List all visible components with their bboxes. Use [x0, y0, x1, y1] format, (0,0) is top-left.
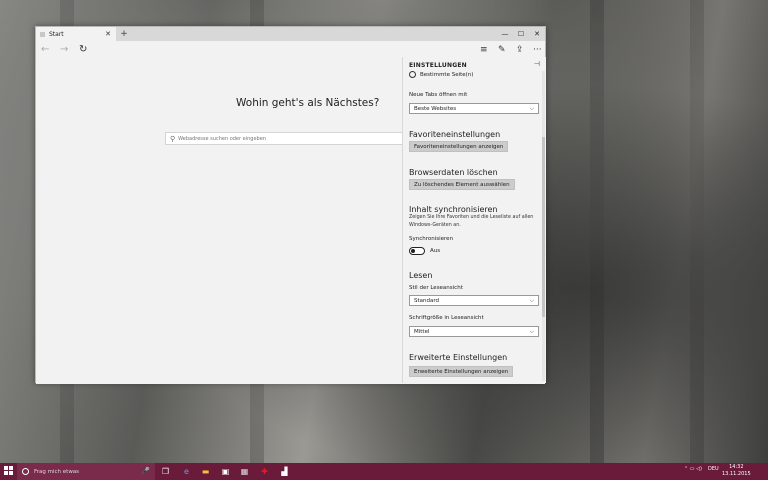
file-explorer-icon[interactable]: ▬ [200, 466, 211, 477]
reading-font-value: Mittel [414, 328, 430, 335]
tab-close-icon[interactable]: ✕ [105, 30, 111, 38]
reading-font-dropdown[interactable]: Mittel ⌵ [409, 326, 539, 337]
app-icon[interactable]: ▦ [239, 466, 250, 477]
radio-specific-pages[interactable]: Bestimmte Seite(n) [409, 71, 473, 78]
close-button[interactable]: ✕ [529, 27, 545, 41]
radio-icon [409, 71, 416, 78]
page-favicon-icon [40, 31, 45, 37]
tray-icons[interactable]: ⌃ ▭ ◁) [684, 466, 702, 472]
advanced-settings-button[interactable]: Erweiterte Einstellungen anzeigen [409, 366, 514, 377]
reading-font-label: Schriftgröße in Leseansicht [409, 315, 484, 321]
chevron-down-icon: ⌵ [529, 297, 534, 304]
chevron-down-icon: ⌵ [529, 105, 534, 112]
language-indicator[interactable]: DEU [708, 466, 719, 472]
taskbar: Frag mich etwas 🎤 ❐ e ▬ ▣ ▦ ✚ ▟ ⌃ ▭ ◁) D… [0, 463, 768, 480]
window-controls: — ☐ ✕ [497, 27, 545, 41]
store-icon[interactable]: ▣ [220, 466, 231, 477]
new-tab-button[interactable]: + [118, 27, 130, 41]
back-icon[interactable]: ← [41, 44, 49, 55]
cortana-search-box[interactable]: Frag mich etwas 🎤 [17, 463, 155, 480]
address-search-box[interactable]: ⚲ [165, 132, 415, 145]
favorites-heading: Favoriteneinstellungen [409, 130, 501, 139]
clear-data-button[interactable]: Zu löschendes Element auswählen [409, 179, 515, 190]
more-icon[interactable]: ··· [533, 45, 542, 55]
settings-pane: EINSTELLUNGEN ⊣ Bestimmte Seite(n) Neue … [402, 57, 546, 383]
chevron-down-icon: ⌵ [529, 328, 534, 335]
new-tabs-value: Beste Websites [414, 105, 457, 112]
clear-data-heading: Browserdaten löschen [409, 168, 498, 177]
new-tabs-label: Neue Tabs öffnen mit [409, 92, 468, 98]
app-icon-2[interactable]: ▟ [279, 466, 290, 477]
maximize-button[interactable]: ☐ [513, 27, 529, 41]
web-note-icon[interactable]: ✎ [498, 45, 506, 55]
share-icon[interactable]: ⇪ [516, 45, 524, 55]
sync-heading: Inhalt synchronisieren [409, 205, 498, 214]
sync-state: Aus [430, 248, 441, 254]
search-icon: ⚲ [170, 134, 176, 143]
cortana-icon [22, 468, 29, 475]
sync-description: Zeigen Sie Ihre Favoriten und die Leseli… [409, 215, 534, 228]
radio-label: Bestimmte Seite(n) [420, 71, 474, 78]
tab-title: Start [49, 30, 64, 38]
toggle-knob [411, 249, 415, 253]
clock[interactable]: 14:32 13.11.2015 [722, 464, 751, 478]
clock-date: 13.11.2015 [722, 471, 751, 477]
advanced-heading: Erweiterte Einstellungen [409, 353, 508, 362]
reading-heading: Lesen [409, 271, 433, 280]
red-app-icon[interactable]: ✚ [259, 466, 270, 477]
minimize-button[interactable]: — [497, 27, 513, 41]
start-windows-icon[interactable] [4, 466, 14, 476]
title-bar: Start ✕ + — ☐ ✕ [36, 27, 545, 41]
reload-icon[interactable]: ↻ [79, 44, 87, 55]
tab-start[interactable]: Start ✕ [36, 27, 116, 41]
sync-toggle[interactable] [409, 247, 425, 255]
settings-scrollbar-thumb[interactable] [542, 137, 545, 317]
sync-label: Synchronisieren [409, 236, 454, 242]
start-headline: Wohin geht's als Nächstes? [236, 97, 380, 109]
favorites-settings-button[interactable]: Favoriteneinstellungen anzeigen [409, 141, 509, 152]
edge-icon[interactable]: e [181, 466, 192, 477]
clock-time: 14:32 [729, 464, 744, 470]
cortana-placeholder: Frag mich etwas [34, 468, 80, 475]
pin-icon[interactable]: ⊣ [534, 60, 540, 68]
settings-title: EINSTELLUNGEN [409, 62, 467, 69]
hub-icon[interactable]: ≡ [480, 45, 488, 55]
wallpaper-streak [690, 0, 704, 465]
task-view-icon[interactable]: ❐ [160, 466, 171, 477]
forward-icon[interactable]: → [60, 44, 68, 55]
microphone-icon[interactable]: 🎤 [141, 467, 150, 475]
new-tabs-dropdown[interactable]: Beste Websites ⌵ [409, 103, 539, 114]
reading-style-value: Standard [414, 297, 440, 304]
address-search-input[interactable] [178, 135, 399, 142]
wallpaper-streak [590, 0, 604, 465]
reading-style-label: Stil der Leseansicht [409, 285, 463, 291]
reading-style-dropdown[interactable]: Standard ⌵ [409, 295, 539, 306]
